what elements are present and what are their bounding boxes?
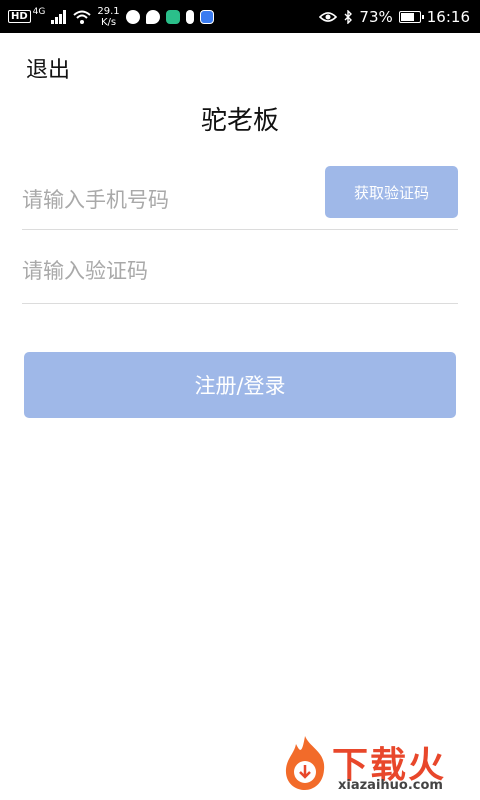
cellular-signal-icon [51, 9, 67, 24]
phone-input[interactable] [22, 180, 312, 220]
status-bar: HD 4G 29.1 K/s 73% 16:16 [0, 0, 480, 33]
flame-logo-icon [285, 736, 325, 790]
battery-icon [398, 10, 424, 23]
network-type: 4G [32, 6, 46, 17]
exit-button[interactable]: 退出 [26, 52, 70, 84]
page-title: 驼老板 [200, 106, 279, 136]
hd-badge: HD [8, 10, 31, 23]
music-app-icon [199, 9, 214, 24]
network-speed: 29.1 K/s [97, 6, 119, 28]
wifi-icon [73, 10, 92, 24]
battery-percent: 73% [359, 7, 393, 26]
speed-unit: K/s [100, 16, 117, 28]
alert-notification-icon [185, 9, 194, 24]
status-right: 73% 16:16 [319, 0, 470, 33]
clock: 16:16 [426, 7, 470, 26]
speed-value: 29.1 [97, 5, 120, 17]
bluetooth-icon [344, 9, 353, 24]
battery-fill [400, 12, 414, 21]
verification-code-input[interactable] [22, 251, 312, 291]
status-left: HD 4G 29.1 K/s [8, 0, 214, 33]
eye-comfort-icon [319, 11, 338, 22]
watermark-url: xiazaihuo.com [338, 778, 443, 793]
code-field [22, 245, 458, 304]
register-login-button[interactable]: 注册/登录 [24, 352, 456, 418]
get-code-button[interactable]: 获取验证码 [325, 166, 458, 218]
game-app-icon [165, 9, 180, 24]
chat-bubble-icon [145, 9, 160, 24]
bird-app-icon [125, 9, 140, 24]
watermark: 下载火 xiazaihuo.com [280, 734, 470, 796]
